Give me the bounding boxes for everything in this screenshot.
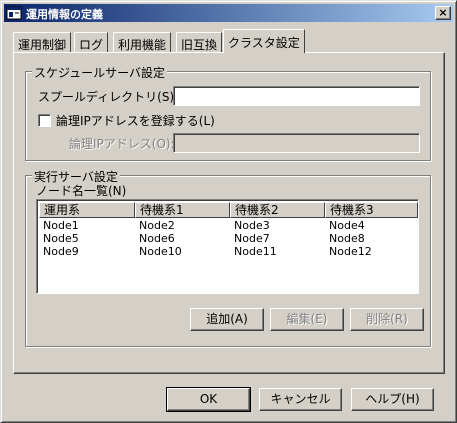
table-cell: Node5 — [43, 232, 79, 245]
edit-button[interactable]: 編集(E) — [270, 308, 344, 331]
register-logical-ip-checkbox[interactable] — [38, 114, 51, 127]
spool-directory-input[interactable] — [173, 86, 420, 106]
delete-button[interactable]: 削除(R) — [350, 308, 424, 331]
close-icon: × — [438, 6, 448, 19]
tab-log[interactable]: ログ — [74, 32, 109, 52]
node-list-view[interactable]: 運用系 待機系1 待機系2 待機系3 Node1 Node2 Node3 Nod… — [36, 199, 419, 294]
tab-legacy[interactable]: 旧互換 — [176, 32, 223, 52]
table-cell: Node8 — [329, 232, 365, 245]
tab-features[interactable]: 利用機能 — [113, 32, 172, 52]
table-cell: Node4 — [329, 219, 365, 232]
cancel-button[interactable]: キャンセル — [259, 388, 342, 411]
table-cell: Node9 — [43, 245, 79, 258]
dialog-window: 運用情報の定義 × 運用制御 ログ 利用機能 旧互換 クラスタ設定 スケジュール… — [0, 0, 457, 423]
node-list-header: 運用系 待機系1 待機系2 待機系3 — [39, 202, 418, 218]
table-cell: Node10 — [139, 245, 182, 258]
table-row[interactable]: Node9 Node10 Node11 Node12 — [39, 245, 418, 258]
app-icon — [6, 5, 22, 21]
tab-label: 運用制御 — [18, 38, 67, 52]
spool-directory-label: スプールディレクトリ(S): — [38, 90, 179, 104]
node-list-label: ノード名一覧(N) — [36, 184, 127, 198]
title-bar: 運用情報の定義 × — [4, 4, 453, 22]
table-cell: Node6 — [139, 232, 175, 245]
column-header-standby2[interactable]: 待機系2 — [230, 202, 325, 218]
close-button[interactable]: × — [435, 6, 451, 20]
table-cell: Node12 — [329, 245, 372, 258]
register-logical-ip-label: 論理IPアドレスを登録する(L) — [56, 114, 215, 128]
table-cell: Node2 — [139, 219, 175, 232]
table-row[interactable]: Node1 Node2 Node3 Node4 — [39, 219, 418, 232]
tab-label: クラスタ設定 — [228, 36, 300, 50]
column-header-standby1[interactable]: 待機系1 — [135, 202, 230, 218]
help-button[interactable]: ヘルプ(H) — [351, 388, 434, 411]
schedule-group-title: スケジュールサーバ設定 — [32, 64, 168, 81]
table-cell: Node11 — [234, 245, 277, 258]
add-button[interactable]: 追加(A) — [190, 308, 264, 331]
ok-button[interactable]: OK — [166, 387, 251, 412]
schedule-server-group: スケジュールサーバ設定 スプールディレクトリ(S): 論理IPアドレスを登録する… — [25, 64, 431, 161]
tab-operation-control[interactable]: 運用制御 — [13, 32, 72, 52]
window-title: 運用情報の定義 — [26, 8, 103, 21]
tab-cluster-settings[interactable]: クラスタ設定 — [223, 29, 305, 53]
table-cell: Node3 — [234, 219, 270, 232]
execution-server-group: 実行サーバ設定 ノード名一覧(N) 運用系 待機系1 待機系2 待機系3 Nod… — [25, 168, 431, 347]
tab-label: ログ — [79, 38, 104, 52]
table-cell: Node1 — [43, 219, 79, 232]
logical-ip-label: 論理IPアドレス(O): — [69, 137, 175, 151]
tab-panel: スケジュールサーバ設定 スプールディレクトリ(S): 論理IPアドレスを登録する… — [13, 52, 445, 374]
tab-label: 利用機能 — [118, 38, 167, 52]
column-header-standby3[interactable]: 待機系3 — [325, 202, 418, 218]
tab-label: 旧互換 — [181, 38, 218, 52]
column-header-active[interactable]: 運用系 — [39, 202, 135, 218]
table-row[interactable]: Node5 Node6 Node7 Node8 — [39, 232, 418, 245]
logical-ip-input[interactable] — [173, 133, 420, 153]
table-cell: Node7 — [234, 232, 270, 245]
